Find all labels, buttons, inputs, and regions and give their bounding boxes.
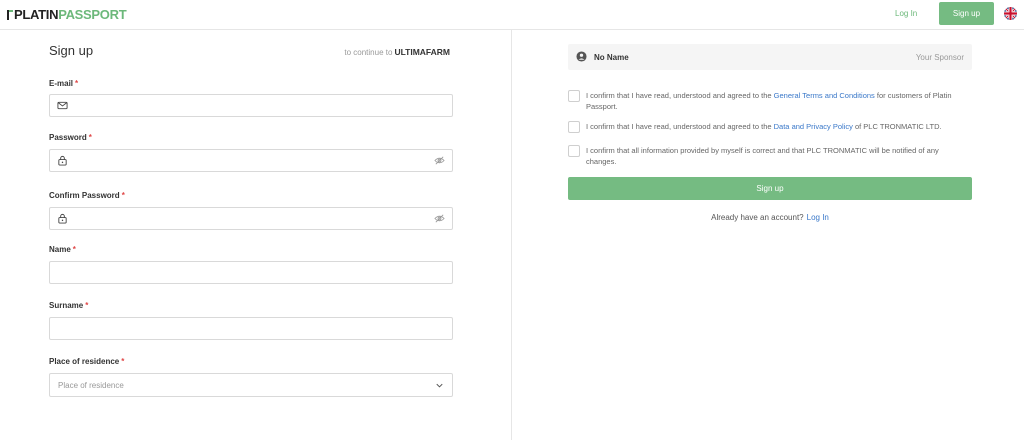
email-label-text: E-mail	[49, 79, 74, 88]
confirm-password-input[interactable]	[72, 208, 432, 229]
password-field[interactable]	[49, 149, 453, 172]
surname-field[interactable]	[49, 317, 453, 340]
required-mark: *	[72, 245, 76, 254]
residence-label-text: Place of residence	[49, 357, 120, 366]
name-field[interactable]	[49, 261, 453, 284]
residence-placeholder: Place of residence	[58, 381, 124, 390]
confirm-password-label: Confirm Password *	[49, 191, 125, 200]
confirm-password-field[interactable]	[49, 207, 453, 230]
top-bar: PLATIN PASSPORT Log In Sign up	[0, 0, 1024, 30]
password-label-text: Password	[49, 133, 87, 142]
privacy-policy-link[interactable]: Data and Privacy Policy	[774, 122, 853, 131]
agreement-terms-row: I confirm that I have read, understood a…	[568, 90, 972, 112]
agreement-privacy-row: I confirm that I have read, understood a…	[568, 121, 972, 133]
password-label: Password *	[49, 133, 92, 142]
password-input[interactable]	[72, 150, 432, 171]
logo-mark-icon	[7, 9, 13, 20]
email-label: E-mail *	[49, 79, 78, 88]
login-question: Already have an account?	[711, 213, 804, 222]
lock-icon	[58, 155, 67, 166]
chevron-down-icon	[436, 383, 443, 388]
agreement-terms-checkbox[interactable]	[568, 90, 580, 102]
eye-off-icon[interactable]	[434, 213, 445, 224]
header-signup-button[interactable]: Sign up	[939, 2, 994, 25]
terms-link[interactable]: General Terms and Conditions	[774, 91, 875, 100]
email-input[interactable]	[72, 95, 432, 116]
agreement-terms-text: I confirm that I have read, understood a…	[586, 90, 966, 112]
confirm-password-label-text: Confirm Password	[49, 191, 120, 200]
name-label-text: Name	[49, 245, 71, 254]
signup-submit-button[interactable]: Sign up	[568, 177, 972, 200]
name-input[interactable]	[58, 262, 418, 283]
required-mark: *	[85, 301, 89, 310]
agreement-text: of PLC TRONMATIC LTD.	[854, 122, 942, 131]
agreement-text: I confirm that I have read, understood a…	[586, 91, 772, 100]
surname-label-text: Surname	[49, 301, 84, 310]
uk-flag-icon[interactable]	[1004, 7, 1017, 20]
name-label: Name *	[49, 245, 76, 254]
residence-label: Place of residence *	[49, 357, 124, 366]
logo-text-platin: PLATIN	[14, 7, 59, 22]
required-mark: *	[75, 79, 79, 88]
mail-icon	[57, 101, 68, 110]
agreement-text: I confirm that all information provided …	[586, 146, 939, 166]
eye-off-icon[interactable]	[434, 155, 445, 166]
continue-prefix: to continue to	[344, 48, 393, 57]
required-mark: *	[88, 133, 92, 142]
agreement-text: I confirm that I have read, understood a…	[586, 122, 772, 131]
surname-input[interactable]	[58, 318, 418, 339]
sponsor-box: No Name Your Sponsor	[568, 44, 972, 70]
required-mark: *	[121, 191, 125, 200]
surname-label: Surname *	[49, 301, 88, 310]
agreement-accuracy-text: I confirm that all information provided …	[586, 145, 966, 167]
user-avatar-icon	[576, 51, 587, 62]
footer-login-link[interactable]: Log In	[807, 213, 829, 222]
email-field[interactable]	[49, 94, 453, 117]
login-prompt: Already have an account? Log In	[568, 213, 972, 222]
continue-to-text: to continue to ULTIMAFARM	[344, 47, 450, 57]
agreement-accuracy-row: I confirm that all information provided …	[568, 145, 972, 166]
platin-passport-logo[interactable]: PLATIN PASSPORT	[7, 7, 127, 22]
header-login-link[interactable]: Log In	[895, 9, 917, 18]
panel-divider	[511, 30, 512, 440]
lock-icon	[58, 213, 67, 224]
agreement-accuracy-checkbox[interactable]	[568, 145, 580, 157]
sponsor-role: Your Sponsor	[915, 53, 964, 62]
sponsor-name: No Name	[594, 53, 629, 62]
agreement-privacy-text: I confirm that I have read, understood a…	[586, 121, 966, 132]
residence-select[interactable]: Place of residence	[49, 373, 453, 397]
logo-text-passport: PASSPORT	[58, 7, 127, 22]
page-title: Sign up	[49, 43, 94, 58]
required-mark: *	[121, 357, 125, 366]
app-name: ULTIMAFARM	[394, 47, 450, 57]
agreement-privacy-checkbox[interactable]	[568, 121, 580, 133]
